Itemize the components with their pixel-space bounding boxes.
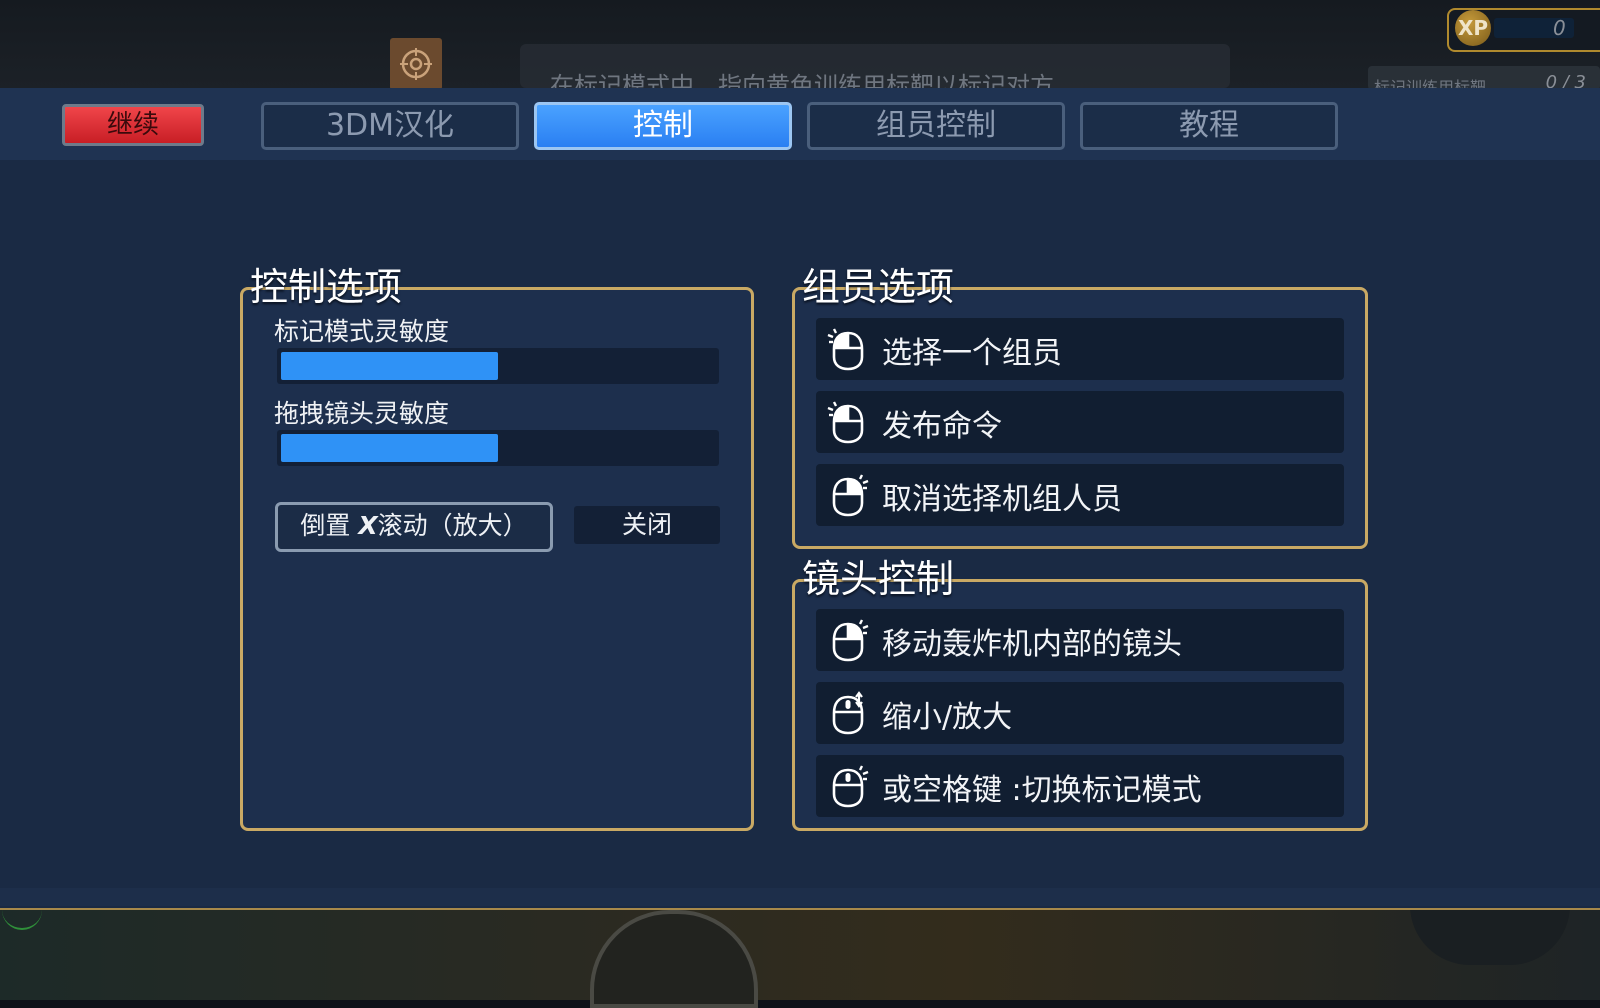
pause-menu-overlay: 继续 3DM汉化 控制 组员控制 教程 控制选项 标记模式灵敏度 拖拽镜头灵敏度… bbox=[0, 88, 1600, 910]
tab-tutorial[interactable]: 教程 bbox=[1080, 102, 1338, 150]
tab-crew-controls[interactable]: 组员控制 bbox=[807, 102, 1065, 150]
control-row-issue-command: 发布命令 bbox=[816, 391, 1344, 453]
control-row-label: 选择一个组员 bbox=[882, 336, 1062, 371]
drag-camera-sensitivity-label: 拖拽镜头灵敏度 bbox=[274, 399, 450, 428]
control-row-label: 或空格键 :切换标记模式 bbox=[882, 773, 1202, 808]
tab-controls[interactable]: 控制 bbox=[534, 102, 792, 150]
target-crate bbox=[390, 38, 442, 90]
control-options-title: 控制选项 bbox=[250, 265, 403, 309]
mouse-middle-click-icon bbox=[826, 764, 870, 812]
xp-value: 0 bbox=[1553, 16, 1566, 40]
control-row-label: 取消选择机组人员 bbox=[882, 482, 1122, 517]
invert-key: X bbox=[358, 511, 378, 540]
marking-sensitivity-fill bbox=[281, 352, 498, 380]
invert-scroll-zoom-button[interactable]: 倒置 X滚动（放大） bbox=[275, 502, 553, 552]
target-icon bbox=[400, 48, 432, 80]
marking-sensitivity-slider[interactable] bbox=[277, 348, 719, 384]
invert-prefix: 倒置 bbox=[300, 511, 359, 540]
drag-camera-sensitivity-slider[interactable] bbox=[277, 430, 719, 466]
crew-options-title: 组员选项 bbox=[802, 265, 955, 309]
control-row-label: 发布命令 bbox=[882, 409, 1002, 444]
mouse-right-click-icon bbox=[826, 473, 870, 521]
mouse-left-click-icon bbox=[826, 327, 870, 375]
mouse-right-click-icon bbox=[826, 618, 870, 666]
drag-camera-sensitivity-fill bbox=[281, 434, 498, 462]
objective-counter: 标记训练用标靶 0 / 3 bbox=[1368, 66, 1600, 90]
control-row-move-camera: 移动轰炸机内部的镜头 bbox=[816, 609, 1344, 671]
camera-control-title: 镜头控制 bbox=[802, 557, 955, 601]
marking-sensitivity-label: 标记模式灵敏度 bbox=[274, 317, 450, 346]
control-row-deselect-crew: 取消选择机组人员 bbox=[816, 464, 1344, 526]
tab-3dm-localization[interactable]: 3DM汉化 bbox=[261, 102, 519, 150]
background-scene-bottom bbox=[0, 908, 1600, 1000]
objective-hint: 在标记模式中，指向黄色训练用标靶以标记对方 bbox=[520, 44, 1230, 88]
xp-badge-icon: XP bbox=[1455, 10, 1491, 46]
objective-hint-text: 在标记模式中，指向黄色训练用标靶以标记对方 bbox=[550, 72, 1054, 88]
mouse-left-click-icon bbox=[826, 400, 870, 448]
control-row-select-crew: 选择一个组员 bbox=[816, 318, 1344, 380]
menu-bottom-band bbox=[0, 888, 1600, 906]
menu-top-bar bbox=[0, 88, 1600, 160]
invert-scroll-state[interactable]: 关闭 bbox=[574, 506, 720, 544]
continue-button[interactable]: 继续 bbox=[62, 104, 204, 146]
mouse-scroll-icon bbox=[826, 691, 870, 739]
control-row-toggle-marking: 或空格键 :切换标记模式 bbox=[816, 755, 1344, 817]
invert-suffix: 滚动（放大） bbox=[377, 511, 528, 540]
control-row-label: 移动轰炸机内部的镜头 bbox=[882, 627, 1182, 662]
control-row-zoom: 缩小/放大 bbox=[816, 682, 1344, 744]
control-row-label: 缩小/放大 bbox=[882, 700, 1013, 735]
